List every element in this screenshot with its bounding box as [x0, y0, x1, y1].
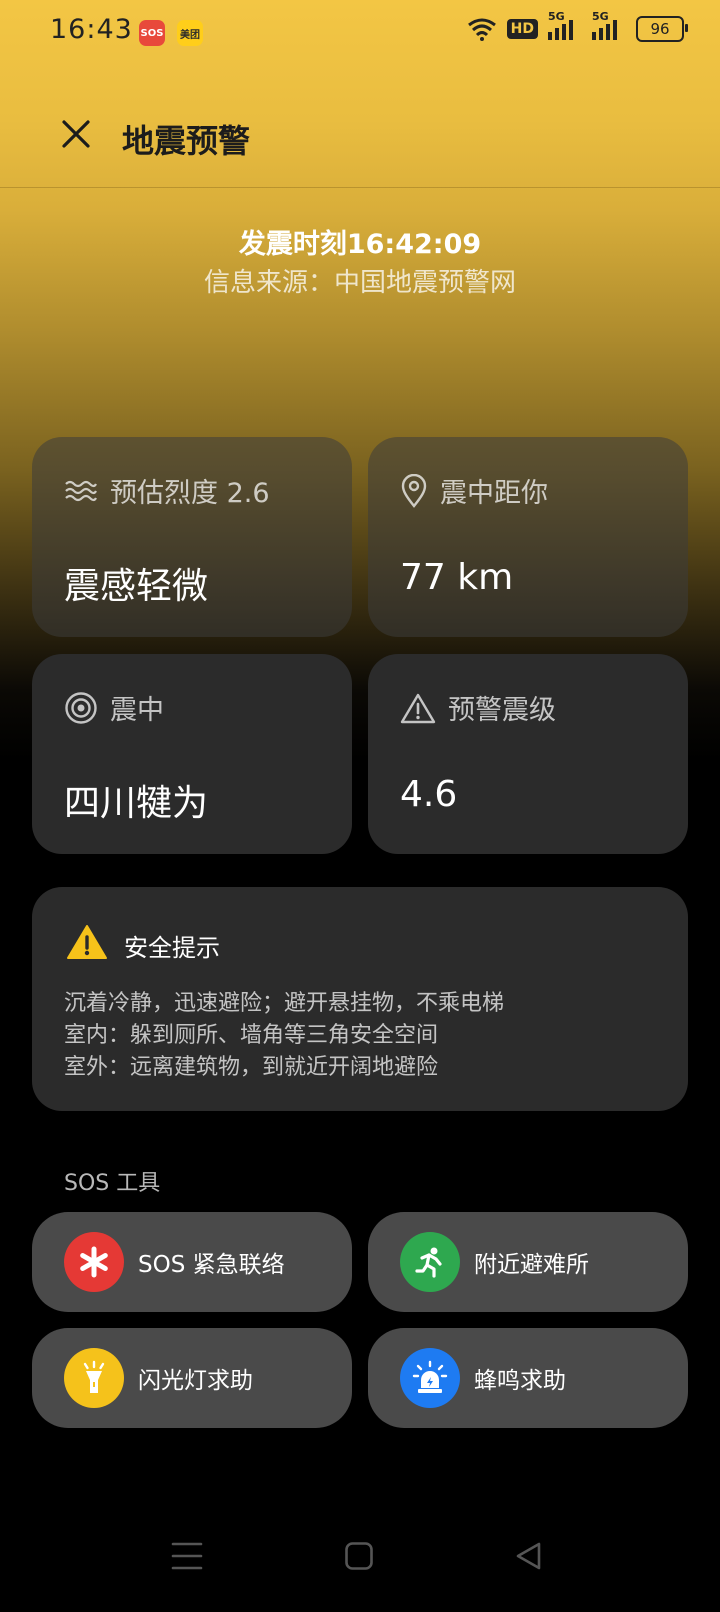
- epicenter-value: 四川犍为: [64, 783, 209, 824]
- safety-tip-line: 室内：躲到厕所、墙角等三角安全空间: [64, 1023, 439, 1048]
- network-type-label-2: 5G: [592, 10, 609, 23]
- close-button[interactable]: [56, 114, 96, 154]
- distance-card: 震中距你 77 km: [368, 437, 688, 637]
- waves-icon: [65, 480, 97, 501]
- battery-icon: 96: [636, 16, 688, 42]
- distance-label-row: 震中距你: [400, 471, 548, 510]
- meituan-notification-icon: 美团: [177, 20, 203, 46]
- quake-time: 发震时刻16:42:09: [238, 229, 482, 260]
- magnitude-label: 预警震级: [448, 695, 556, 726]
- warning-icon: [67, 925, 107, 959]
- home-square-icon: [345, 1542, 373, 1570]
- intensity-value: 震感轻微: [64, 566, 209, 607]
- location-pin-icon: [401, 473, 427, 508]
- warning-outline-icon: [400, 693, 436, 723]
- distance-label: 震中距你: [440, 478, 548, 509]
- magnitude-value: 4.6: [400, 774, 458, 815]
- siren-icon: [400, 1348, 460, 1408]
- safety-tip-line: 室外：远离建筑物，到就近开阔地避险: [64, 1055, 439, 1080]
- status-time: 16:43: [50, 14, 133, 45]
- sos-tools-label: SOS 工具: [64, 1171, 161, 1196]
- nav-home-button[interactable]: [344, 1540, 374, 1576]
- menu-icon: [171, 1542, 203, 1570]
- target-icon: [65, 691, 97, 724]
- safety-tips-title: 安全提示: [124, 934, 220, 962]
- status-icons: HD 5G 5G 96: [467, 10, 688, 42]
- network-type-label: 5G: [548, 10, 565, 23]
- tool-label: SOS 紧急联络: [138, 1252, 285, 1278]
- header-divider: [0, 187, 720, 188]
- back-triangle-icon: [516, 1542, 541, 1570]
- magnitude-card: 预警震级 4.6: [368, 654, 688, 854]
- magnitude-label-row: 预警震级: [400, 688, 556, 727]
- flashlight-icon: [64, 1348, 124, 1408]
- tool-label: 闪光灯求助: [138, 1368, 253, 1394]
- wifi-icon: [467, 18, 496, 41]
- tool-label: 蜂鸣求助: [474, 1368, 566, 1394]
- hd-voice-icon: HD: [506, 19, 538, 39]
- asterisk-icon: [64, 1232, 124, 1292]
- sos-notification-icon: SOS: [139, 20, 165, 46]
- sos-emergency-contact-button[interactable]: SOS 紧急联络: [32, 1212, 352, 1312]
- intensity-card: 预估烈度 2.6 震感轻微: [32, 437, 352, 637]
- signal-icon: 5G: [548, 10, 582, 40]
- distance-value: 77 km: [400, 557, 514, 598]
- intensity-label-row: 预估烈度 2.6: [64, 471, 270, 510]
- buzzer-help-button[interactable]: 蜂鸣求助: [368, 1328, 688, 1428]
- close-icon: [62, 120, 90, 148]
- intensity-label: 预估烈度 2.6: [110, 478, 270, 509]
- flashlight-help-button[interactable]: 闪光灯求助: [32, 1328, 352, 1428]
- signal-icon-2: 5G: [592, 10, 626, 40]
- running-person-icon: [400, 1232, 460, 1292]
- safety-tip-line: 沉着冷静，迅速避险；避开悬挂物，不乘电梯: [64, 991, 505, 1016]
- nearby-shelter-button[interactable]: 附近避难所: [368, 1212, 688, 1312]
- tool-label: 附近避难所: [474, 1252, 589, 1278]
- nav-menu-button[interactable]: [170, 1540, 204, 1576]
- epicenter-label-row: 震中: [64, 688, 164, 727]
- quake-source: 信息来源：中国地震预警网: [203, 268, 516, 298]
- epicenter-label: 震中: [110, 695, 164, 726]
- nav-back-button[interactable]: [514, 1540, 544, 1576]
- page-title: 地震预警: [122, 122, 251, 160]
- epicenter-card: 震中 四川犍为: [32, 654, 352, 854]
